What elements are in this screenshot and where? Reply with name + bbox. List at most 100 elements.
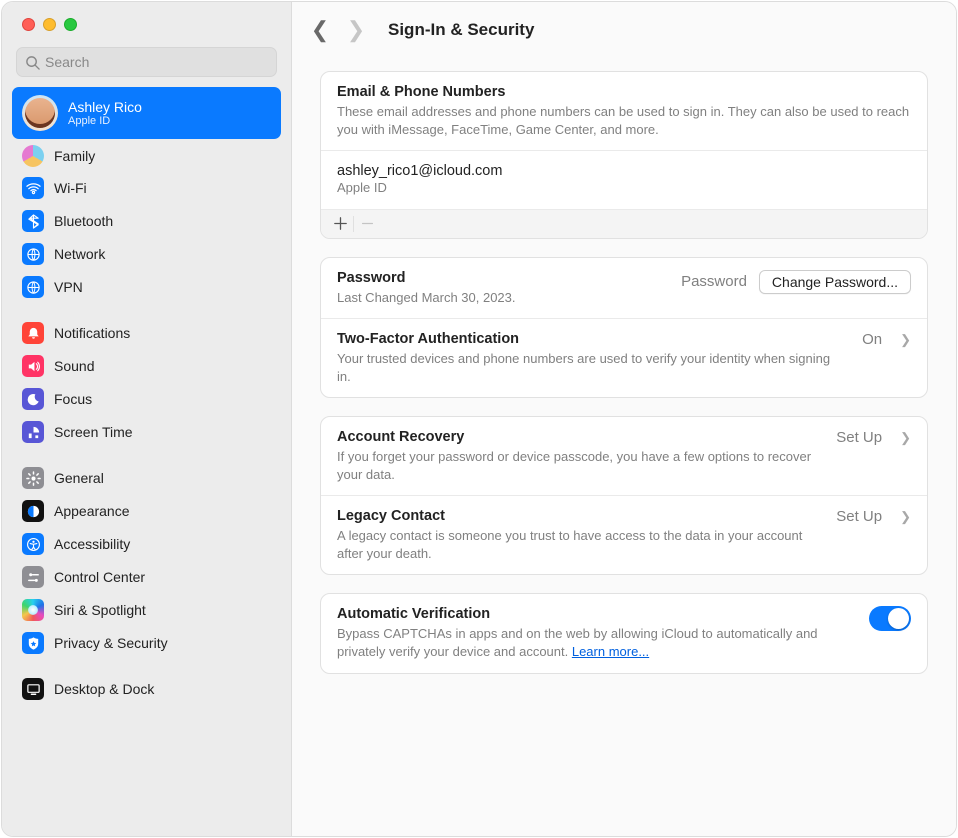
learn-more-link[interactable]: Learn more... xyxy=(572,644,649,659)
nav-forward-button[interactable]: ❯ xyxy=(346,17,366,43)
sidebar-item-label: Notifications xyxy=(54,325,130,341)
recovery-card: Account Recovery If you forget your pass… xyxy=(320,416,928,575)
two-factor-value: On xyxy=(862,331,882,348)
add-email-button[interactable] xyxy=(327,212,353,236)
auto-verification-toggle[interactable] xyxy=(869,606,911,631)
sidebar-item-family[interactable]: Family xyxy=(12,140,281,172)
screentime-icon xyxy=(22,421,44,443)
legacy-contact-title: Legacy Contact xyxy=(337,508,827,524)
appearance-icon xyxy=(22,500,44,522)
sidebar-item-network[interactable]: Network xyxy=(12,238,281,270)
account-recovery-subtitle: If you forget your password or device pa… xyxy=(337,448,827,483)
sidebar-scroll[interactable]: Ashley Rico Apple ID Family Wi-Fi Bluetoo… xyxy=(2,87,291,836)
siri-icon xyxy=(22,599,44,621)
sidebar-item-vpn[interactable]: VPN xyxy=(12,271,281,303)
memoji-icon xyxy=(25,98,55,128)
family-icon xyxy=(22,145,44,167)
sidebar-item-privacy[interactable]: Privacy & Security xyxy=(12,627,281,659)
user-subtitle: Apple ID xyxy=(68,115,142,128)
email-add-remove-bar xyxy=(321,209,927,238)
search-input[interactable]: Search xyxy=(16,47,277,77)
two-factor-subtitle: Your trusted devices and phone numbers a… xyxy=(337,350,847,385)
two-factor-row[interactable]: Two-Factor Authentication Your trusted d… xyxy=(321,318,927,397)
network-icon xyxy=(22,243,44,265)
window-controls xyxy=(2,18,291,31)
chevron-right-icon: ❯ xyxy=(900,332,911,348)
chevron-right-icon: ❯ xyxy=(900,509,911,525)
desktop-icon xyxy=(22,678,44,700)
auto-verification-card: Automatic Verification Bypass CAPTCHAs i… xyxy=(320,593,928,673)
sidebar-item-wifi[interactable]: Wi-Fi xyxy=(12,172,281,204)
avatar xyxy=(22,95,58,131)
password-field-label: Password xyxy=(681,273,747,290)
content-pane: ❮ ❯ Sign-In & Security Email & Phone Num… xyxy=(292,2,956,836)
plus-icon xyxy=(334,217,347,230)
sidebar-item-desktop[interactable]: Desktop & Dock xyxy=(12,673,281,705)
sidebar-item-general[interactable]: General xyxy=(12,462,281,494)
sidebar-item-label: General xyxy=(54,470,104,486)
sidebar-item-sound[interactable]: Sound xyxy=(12,350,281,382)
general-icon xyxy=(22,467,44,489)
email-phone-title: Email & Phone Numbers xyxy=(337,84,911,100)
auto-verification-subtitle: Bypass CAPTCHAs in apps and on the web b… xyxy=(337,625,857,660)
sidebar-item-focus[interactable]: Focus xyxy=(12,383,281,415)
password-subtitle: Last Changed March 30, 2023. xyxy=(337,289,516,307)
sidebar-item-label: Focus xyxy=(54,391,92,407)
sound-icon xyxy=(22,355,44,377)
legacy-contact-row[interactable]: Legacy Contact A legacy contact is someo… xyxy=(321,495,927,574)
sidebar-item-label: Bluetooth xyxy=(54,213,113,229)
sidebar-item-accessibility[interactable]: Accessibility xyxy=(12,528,281,560)
bluetooth-icon xyxy=(22,210,44,232)
email-phone-subtitle: These email addresses and phone numbers … xyxy=(337,103,911,138)
page-title: Sign-In & Security xyxy=(388,20,534,40)
focus-icon xyxy=(22,388,44,410)
sidebar-item-label: Accessibility xyxy=(54,536,130,552)
primary-email-row[interactable]: ashley_rico1@icloud.com Apple ID xyxy=(321,150,927,209)
sidebar-item-label: Privacy & Security xyxy=(54,635,168,651)
sidebar-item-notifications[interactable]: Notifications xyxy=(12,317,281,349)
sidebar-item-screentime[interactable]: Screen Time xyxy=(12,416,281,448)
sidebar-item-appearance[interactable]: Appearance xyxy=(12,495,281,527)
account-recovery-row[interactable]: Account Recovery If you forget your pass… xyxy=(321,417,927,495)
two-factor-title: Two-Factor Authentication xyxy=(337,331,847,347)
sidebar-item-siri[interactable]: Siri & Spotlight xyxy=(12,594,281,626)
remove-email-button[interactable] xyxy=(354,212,380,236)
accessibility-icon xyxy=(22,533,44,555)
legacy-contact-subtitle: A legacy contact is someone you trust to… xyxy=(337,527,827,562)
search-placeholder: Search xyxy=(45,54,89,70)
user-name: Ashley Rico xyxy=(68,99,142,115)
chevron-right-icon: ❯ xyxy=(900,430,911,446)
change-password-button[interactable]: Change Password... xyxy=(759,270,911,294)
primary-email: ashley_rico1@icloud.com xyxy=(337,163,911,179)
sidebar-item-controlcenter[interactable]: Control Center xyxy=(12,561,281,593)
privacy-icon xyxy=(22,632,44,654)
sidebar-item-label: Sound xyxy=(54,358,94,374)
sidebar-item-label: Appearance xyxy=(54,503,130,519)
sidebar-item-apple-id[interactable]: Ashley Rico Apple ID xyxy=(12,87,281,139)
password-card: Password Last Changed March 30, 2023. Pa… xyxy=(320,257,928,399)
sidebar-item-label: Wi-Fi xyxy=(54,180,87,196)
wifi-icon xyxy=(22,177,44,199)
sidebar-item-bluetooth[interactable]: Bluetooth xyxy=(12,205,281,237)
account-recovery-value: Set Up xyxy=(836,429,882,446)
content-scroll[interactable]: Email & Phone Numbers These email addres… xyxy=(292,57,956,836)
window-close-button[interactable] xyxy=(22,18,35,31)
sidebar-item-label: Siri & Spotlight xyxy=(54,602,146,618)
auto-verification-title: Automatic Verification xyxy=(337,606,857,622)
password-title: Password xyxy=(337,270,516,286)
sidebar-item-label: Network xyxy=(54,246,105,262)
sidebar-item-label: Family xyxy=(54,148,95,164)
minus-icon xyxy=(361,217,374,230)
nav-back-button[interactable]: ❮ xyxy=(310,17,330,43)
titlebar: ❮ ❯ Sign-In & Security xyxy=(292,2,956,57)
window-zoom-button[interactable] xyxy=(64,18,77,31)
sidebar-item-label: Control Center xyxy=(54,569,145,585)
sidebar-item-label: Screen Time xyxy=(54,424,133,440)
sidebar-item-label: Desktop & Dock xyxy=(54,681,154,697)
controlcenter-icon xyxy=(22,566,44,588)
window-minimize-button[interactable] xyxy=(43,18,56,31)
notifications-icon xyxy=(22,322,44,344)
search-icon xyxy=(25,55,40,70)
primary-email-label: Apple ID xyxy=(337,179,911,197)
sidebar-item-label: VPN xyxy=(54,279,83,295)
